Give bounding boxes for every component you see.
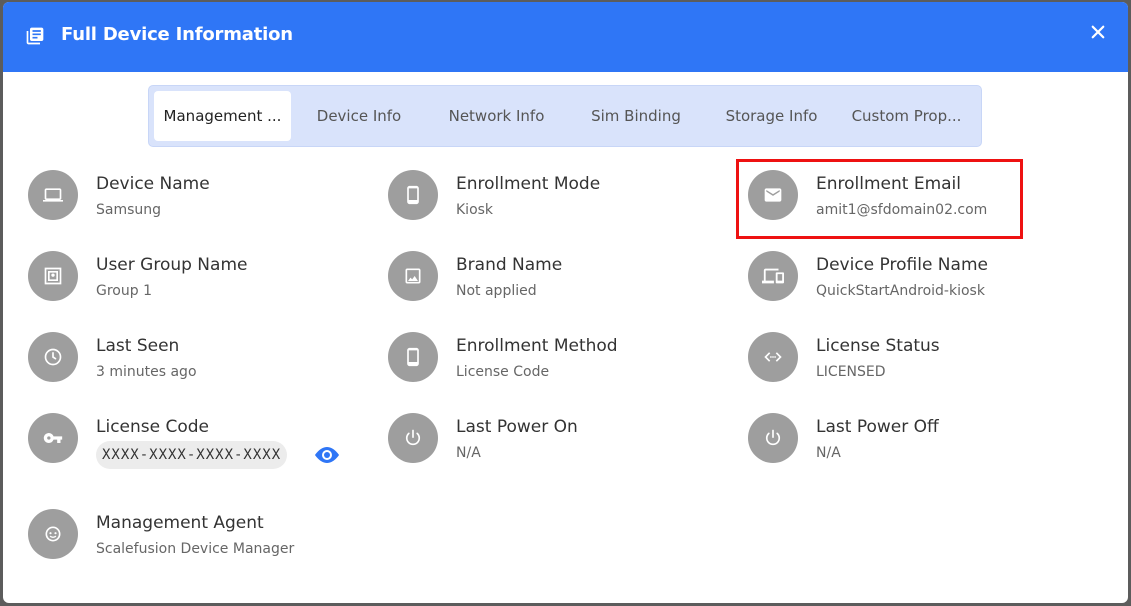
phone-icon [388, 170, 438, 220]
dialog-title: Full Device Information [61, 24, 293, 45]
field-enrollment-mode: Enrollment Mode Kiosk [388, 170, 728, 230]
power-icon [748, 413, 798, 463]
tab-device-info[interactable]: Device Info [299, 91, 419, 141]
field-label: Device Profile Name [816, 255, 988, 275]
show-license-code-button[interactable] [312, 443, 342, 467]
power-icon [388, 413, 438, 463]
field-value: Not applied [456, 283, 537, 299]
license-code-masked: XXXX-XXXX-XXXX-XXXX [96, 441, 288, 469]
field-license-code: License Code XXXX-XXXX-XXXX-XXXX [28, 413, 368, 473]
key-icon [28, 413, 78, 463]
field-value: 3 minutes ago [96, 364, 197, 380]
tab-sim-binding[interactable]: Sim Binding [571, 91, 701, 141]
field-label: Last Power Off [816, 417, 939, 437]
field-user-group-name: User Group Name Group 1 [28, 251, 368, 311]
agent-icon [28, 509, 78, 559]
field-label: License Code [96, 417, 210, 437]
devices-icon [748, 251, 798, 301]
image-icon [388, 251, 438, 301]
close-icon [1091, 25, 1105, 39]
group-icon [28, 251, 78, 301]
field-brand-name: Brand Name Not applied [388, 251, 728, 311]
library-books-icon [26, 27, 44, 45]
field-last-seen: Last Seen 3 minutes ago [28, 332, 368, 392]
field-device-profile-name: Device Profile Name QuickStartAndroid-ki… [748, 251, 1088, 311]
tab-management[interactable]: Management ... [154, 91, 291, 141]
field-label: Last Power On [456, 417, 578, 437]
tab-network-info[interactable]: Network Info [429, 91, 564, 141]
tab-storage-info[interactable]: Storage Info [709, 91, 834, 141]
laptop-icon [28, 170, 78, 220]
field-enrollment-method: Enrollment Method License Code [388, 332, 728, 392]
field-value: LICENSED [816, 364, 886, 380]
field-label: Management Agent [96, 513, 264, 533]
field-value: Kiosk [456, 202, 494, 218]
tab-custom-properties[interactable]: Custom Prop... [844, 91, 969, 141]
field-last-power-off: Last Power Off N/A [748, 413, 1088, 473]
field-label: Enrollment Mode [456, 174, 601, 194]
dialog-header: Full Device Information [3, 2, 1128, 72]
device-info-dialog: Full Device Information Management ... D… [3, 2, 1128, 603]
field-label: License Status [816, 336, 940, 356]
field-label: User Group Name [96, 255, 248, 275]
field-license-status: License Status LICENSED [748, 332, 1088, 392]
field-management-agent: Management Agent Scalefusion Device Mana… [28, 509, 368, 569]
field-label: Device Name [96, 174, 210, 194]
field-value: Scalefusion Device Manager [96, 541, 295, 557]
field-value: QuickStartAndroid-kiosk [816, 283, 985, 299]
phone-icon [388, 332, 438, 382]
field-value: Samsung [96, 202, 162, 218]
close-button[interactable] [1086, 20, 1110, 44]
clock-icon [28, 332, 78, 382]
highlight-box [736, 159, 1023, 239]
field-value: License Code [456, 364, 550, 380]
field-label: Brand Name [456, 255, 563, 275]
field-device-name: Device Name Samsung [28, 170, 368, 230]
field-value: N/A [816, 445, 841, 461]
tab-bar: Management ... Device Info Network Info … [148, 85, 982, 147]
code-icon [748, 332, 798, 382]
field-value: Group 1 [96, 283, 152, 299]
field-label: Last Seen [96, 336, 180, 356]
field-value: N/A [456, 445, 481, 461]
eye-icon [315, 447, 339, 463]
field-last-power-on: Last Power On N/A [388, 413, 728, 473]
field-label: Enrollment Method [456, 336, 618, 356]
